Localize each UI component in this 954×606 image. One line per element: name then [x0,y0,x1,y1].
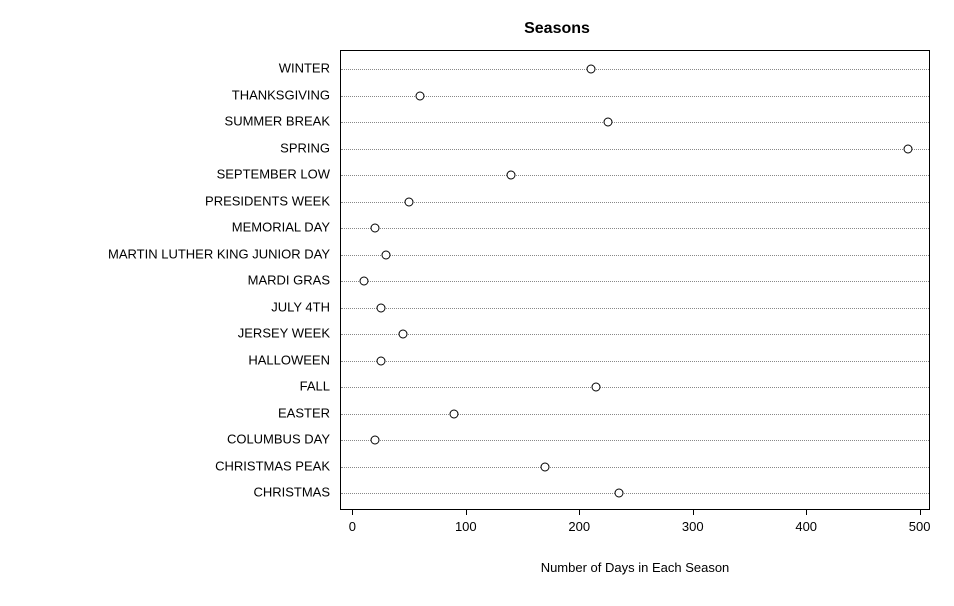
data-point [399,330,408,339]
chart-title: Seasons [0,20,954,38]
data-point [376,356,385,365]
grid-line [341,334,929,335]
grid-line [341,202,929,203]
data-point [507,171,516,180]
data-point [592,383,601,392]
y-tick-label: SPRING [280,140,330,155]
grid-line [341,122,929,123]
y-tick-label: SUMMER BREAK [225,114,330,129]
grid-line [341,414,929,415]
grid-line [341,281,929,282]
grid-line [341,493,929,494]
data-point [359,277,368,286]
y-tick-label: WINTER [279,61,330,76]
x-tick-label: 200 [568,519,590,534]
grid-line [341,467,929,468]
data-point [450,409,459,418]
x-tick-label: 0 [349,519,356,534]
data-point [405,197,414,206]
grid-line [341,96,929,97]
y-tick-label: EASTER [278,405,330,420]
x-tick [579,509,580,515]
y-tick-label: MARDI GRAS [248,273,330,288]
y-tick-label: CHRISTMAS PEAK [215,458,330,473]
grid-line [341,387,929,388]
grid-line [341,255,929,256]
grid-line [341,361,929,362]
x-tick [466,509,467,515]
grid-line [341,69,929,70]
grid-line [341,175,929,176]
y-tick-label: HALLOWEEN [248,352,330,367]
data-point [603,118,612,127]
chart-stage: Seasons WINTER THANKSGIVING SUMMER BREAK SP… [0,0,954,606]
data-point [614,489,623,498]
data-point [371,224,380,233]
grid-line [341,149,929,150]
x-axis-label: Number of Days in Each Season [340,560,930,575]
plot-area: 0100200300400500 [340,50,930,510]
x-tick-label: 500 [909,519,931,534]
y-tick-label: MEMORIAL DAY [232,220,330,235]
y-tick-label: MARTIN LUTHER KING JUNIOR DAY [108,246,330,261]
grid-line [341,228,929,229]
grid-line [341,440,929,441]
y-tick-label: COLUMBUS DAY [227,432,330,447]
x-tick-label: 400 [795,519,817,534]
data-point [904,144,913,153]
x-tick [693,509,694,515]
y-tick-label: SEPTEMBER LOW [217,167,330,182]
y-tick-label: JULY 4TH [271,299,330,314]
y-tick-label: THANKSGIVING [232,87,330,102]
y-tick-label: CHRISTMAS [253,485,330,500]
data-point [382,250,391,259]
y-tick-label: FALL [300,379,330,394]
x-tick-label: 100 [455,519,477,534]
data-point [376,303,385,312]
x-tick [352,509,353,515]
data-point [371,436,380,445]
data-point [416,91,425,100]
x-tick-label: 300 [682,519,704,534]
x-tick [806,509,807,515]
grid-line [341,308,929,309]
y-tick-label: PRESIDENTS WEEK [205,193,330,208]
y-tick-label: JERSEY WEEK [238,326,330,341]
data-point [586,65,595,74]
data-point [541,462,550,471]
x-tick [920,509,921,515]
